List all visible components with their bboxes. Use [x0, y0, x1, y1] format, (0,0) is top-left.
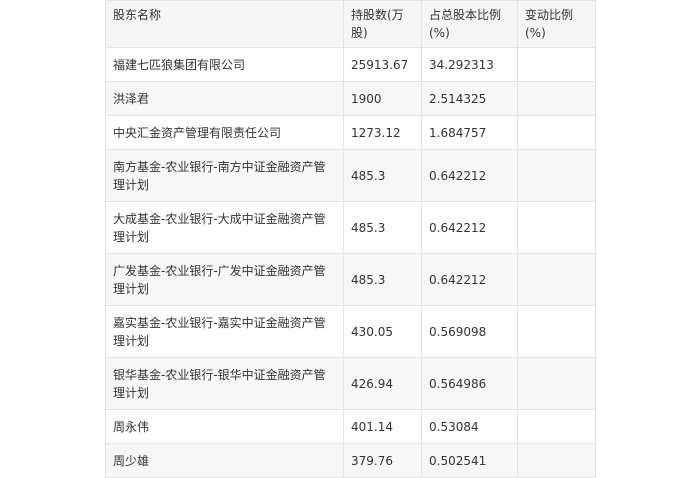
- cell-shareholder-name: 广发基金-农业银行-广发中证金融资产管理计划: [105, 253, 344, 306]
- table-row: 广发基金-农业银行-广发中证金融资产管理计划 485.3 0.642212: [105, 253, 596, 306]
- cell-change-ratio: [517, 409, 596, 444]
- cell-shares-held: 25913.67: [343, 47, 422, 82]
- table-row: 洪泽君 1900 2.514325: [105, 81, 596, 116]
- table-row: 南方基金-农业银行-南方中证金融资产管理计划 485.3 0.642212: [105, 149, 596, 202]
- cell-shareholder-name: 洪泽君: [105, 81, 344, 116]
- table-row: 福建七匹狼集团有限公司 25913.67 34.292313: [105, 47, 596, 82]
- cell-shares-held: 401.14: [343, 409, 422, 444]
- cell-change-ratio: [517, 47, 596, 82]
- cell-shareholder-name: 大成基金-农业银行-大成中证金融资产管理计划: [105, 201, 344, 254]
- cell-shareholder-name: 福建七匹狼集团有限公司: [105, 47, 344, 82]
- cell-change-ratio: [517, 115, 596, 150]
- cell-change-ratio: [517, 201, 596, 254]
- cell-change-ratio: [517, 253, 596, 306]
- cell-share-ratio: 0.564986: [421, 357, 518, 410]
- cell-share-ratio: 1.684757: [421, 115, 518, 150]
- cell-share-ratio: 0.642212: [421, 253, 518, 306]
- cell-shares-held: 485.3: [343, 253, 422, 306]
- cell-shares-held: 430.05: [343, 305, 422, 358]
- header-change-ratio: 变动比例(%): [517, 0, 596, 48]
- header-shares-held: 持股数(万股): [343, 0, 422, 48]
- cell-shares-held: 1273.12: [343, 115, 422, 150]
- cell-shareholder-name: 周永伟: [105, 409, 344, 444]
- table-row: 中央汇金资产管理有限责任公司 1273.12 1.684757: [105, 115, 596, 150]
- shareholder-table-container: 股东名称 持股数(万股) 占总股本比例(%) 变动比例(%) 福建七匹狼集团有限…: [105, 0, 596, 478]
- cell-shares-held: 426.94: [343, 357, 422, 410]
- cell-shares-held: 485.3: [343, 201, 422, 254]
- cell-shareholder-name: 南方基金-农业银行-南方中证金融资产管理计划: [105, 149, 344, 202]
- cell-shareholder-name: 中央汇金资产管理有限责任公司: [105, 115, 344, 150]
- cell-share-ratio: 2.514325: [421, 81, 518, 116]
- table-row: 周少雄 379.76 0.502541: [105, 443, 596, 478]
- shareholder-table: 股东名称 持股数(万股) 占总股本比例(%) 变动比例(%) 福建七匹狼集团有限…: [105, 0, 596, 478]
- cell-shares-held: 379.76: [343, 443, 422, 478]
- header-share-ratio: 占总股本比例(%): [421, 0, 518, 48]
- cell-share-ratio: 0.53084: [421, 409, 518, 444]
- cell-change-ratio: [517, 81, 596, 116]
- table-row: 大成基金-农业银行-大成中证金融资产管理计划 485.3 0.642212: [105, 201, 596, 254]
- cell-share-ratio: 0.642212: [421, 149, 518, 202]
- cell-share-ratio: 34.292313: [421, 47, 518, 82]
- cell-shares-held: 1900: [343, 81, 422, 116]
- table-header-row: 股东名称 持股数(万股) 占总股本比例(%) 变动比例(%): [105, 0, 596, 48]
- cell-change-ratio: [517, 443, 596, 478]
- cell-shareholder-name: 嘉实基金-农业银行-嘉实中证金融资产管理计划: [105, 305, 344, 358]
- cell-share-ratio: 0.502541: [421, 443, 518, 478]
- table-row: 周永伟 401.14 0.53084: [105, 409, 596, 444]
- cell-change-ratio: [517, 149, 596, 202]
- cell-change-ratio: [517, 305, 596, 358]
- table-row: 嘉实基金-农业银行-嘉实中证金融资产管理计划 430.05 0.569098: [105, 305, 596, 358]
- table-row: 银华基金-农业银行-银华中证金融资产管理计划 426.94 0.564986: [105, 357, 596, 410]
- cell-share-ratio: 0.642212: [421, 201, 518, 254]
- cell-shares-held: 485.3: [343, 149, 422, 202]
- cell-share-ratio: 0.569098: [421, 305, 518, 358]
- cell-shareholder-name: 周少雄: [105, 443, 344, 478]
- cell-change-ratio: [517, 357, 596, 410]
- cell-shareholder-name: 银华基金-农业银行-银华中证金融资产管理计划: [105, 357, 344, 410]
- header-shareholder-name: 股东名称: [105, 0, 344, 48]
